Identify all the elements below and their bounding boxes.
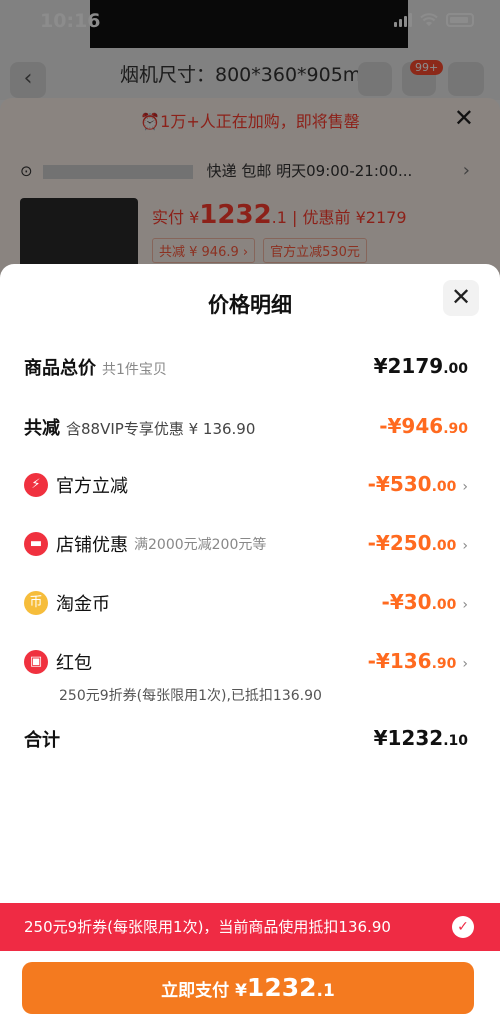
row-total-discount: 共减 含88VIP专享优惠 ¥ 136.90 -¥946.90	[24, 414, 468, 444]
total-amount: ¥1232.10	[373, 726, 468, 750]
coin-icon: 币	[24, 591, 48, 615]
coupon-strip[interactable]: 250元9折券(每张限用1次)，当前商品使用抵扣136.90 ✓	[0, 903, 500, 951]
lightning-icon: ⚡	[24, 473, 48, 497]
row-amount: -¥30.00 ›	[381, 590, 468, 614]
close-button[interactable]: ✕	[443, 280, 479, 316]
chevron-right-icon: ›	[462, 479, 468, 495]
row-amount: ¥2179.00	[373, 354, 468, 378]
row-label: 官方立减	[56, 476, 128, 497]
red-packet-icon: ▣	[24, 650, 48, 674]
row-sub: 满2000元减200元等	[134, 536, 267, 553]
row-sub: 含88VIP专享优惠 ¥ 136.90	[66, 420, 256, 438]
row-amount: -¥530.00 ›	[367, 472, 468, 496]
row-label: 店铺优惠	[56, 535, 128, 556]
row-gold-coin[interactable]: 币淘金币 -¥30.00 ›	[24, 590, 468, 620]
pay-button-dec: .1	[316, 981, 335, 1001]
chevron-right-icon: ›	[462, 597, 468, 613]
sheet-title: 价格明细	[208, 293, 292, 317]
row-goods-total: 商品总价 共1件宝贝 ¥2179.00	[24, 354, 468, 384]
row-red-packet[interactable]: ▣ 红包 -¥136.90 ›	[24, 649, 468, 679]
row-official-discount[interactable]: ⚡ 官方立减 -¥530.00 ›	[24, 472, 468, 502]
pay-button-int: 1232	[246, 973, 317, 1002]
chevron-right-icon: ›	[462, 538, 468, 554]
pay-button-label: 立即支付 ¥	[161, 981, 247, 1001]
row-label: 共减	[24, 418, 60, 439]
row-grand-total: 合计 ¥1232.10	[24, 726, 468, 756]
row-label: 红包	[56, 653, 92, 674]
row-amount: -¥946.90	[379, 414, 468, 438]
row-label: 商品总价	[24, 358, 96, 379]
row-amount: -¥136.90 ›	[367, 649, 468, 673]
red-packet-note: 250元9折券(每张限用1次),已抵扣136.90	[59, 688, 322, 704]
row-amount: -¥250.00 ›	[367, 531, 468, 555]
total-label: 合计	[24, 730, 60, 751]
coupon-text: 250元9折券(每张限用1次)，当前商品使用抵扣136.90	[24, 918, 391, 936]
chevron-right-icon: ›	[462, 656, 468, 672]
check-icon[interactable]: ✓	[452, 916, 474, 938]
row-sub: 共1件宝贝	[102, 362, 167, 378]
pay-now-button[interactable]: 立即支付 ¥1232.1	[22, 962, 474, 1014]
row-label: 淘金币	[56, 594, 110, 615]
row-store-discount[interactable]: ▬ 店铺优惠 满2000元减200元等 -¥250.00 ›	[24, 531, 468, 561]
store-icon: ▬	[24, 532, 48, 556]
